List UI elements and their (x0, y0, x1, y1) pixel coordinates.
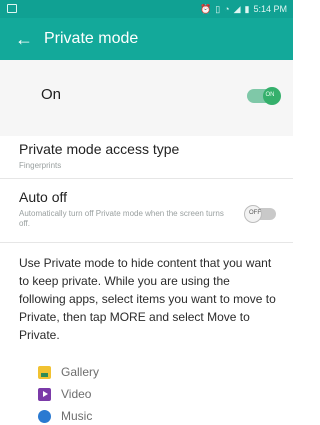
divider (0, 178, 293, 179)
access-type-title: Private mode access type (19, 141, 180, 157)
app-label: Gallery (61, 365, 100, 379)
arrow-left-icon[interactable]: ← (14, 29, 34, 49)
divider (0, 242, 293, 243)
gallery-icon (38, 365, 51, 379)
app-bar: ← Private mode (0, 18, 293, 60)
app-label: Video (61, 387, 92, 401)
vibrate-icon: ▯ (215, 4, 221, 14)
private-mode-description: Use Private mode to hide content that yo… (19, 256, 276, 342)
page-title: Private mode (44, 30, 139, 47)
master-toggle-label: On (41, 86, 62, 103)
app-item-music: Music (38, 407, 92, 425)
status-icons: ⏰ ▯ ◔ ◢ ▮ 5:14 PM (200, 3, 287, 15)
app-item-gallery: Gallery (38, 363, 99, 381)
status-bar: ⏰ ▯ ◔ ◢ ▮ 5:14 PM (0, 0, 293, 18)
switch-state-text: ON (265, 92, 275, 98)
auto-off-title: Auto off (19, 189, 68, 205)
notification-icon (7, 4, 17, 13)
alarm-icon: ⏰ (199, 4, 212, 14)
access-type-value: Fingerprints (19, 161, 62, 170)
auto-off-switch[interactable]: OFF (244, 205, 276, 223)
auto-off-summary: Automatically turn off Private mode when… (19, 209, 224, 228)
app-item-video: Video (38, 385, 91, 403)
video-icon (38, 387, 51, 401)
private-mode-master-toggle[interactable]: On ON (0, 60, 293, 136)
switch-state-text: OFF (249, 210, 261, 216)
private-mode-switch[interactable]: ON (247, 87, 281, 105)
status-time: 5:14 PM (253, 4, 287, 14)
wifi-icon: ◔ (224, 4, 230, 14)
battery-icon: ▮ (244, 4, 250, 14)
signal-icon: ◢ (233, 4, 241, 14)
